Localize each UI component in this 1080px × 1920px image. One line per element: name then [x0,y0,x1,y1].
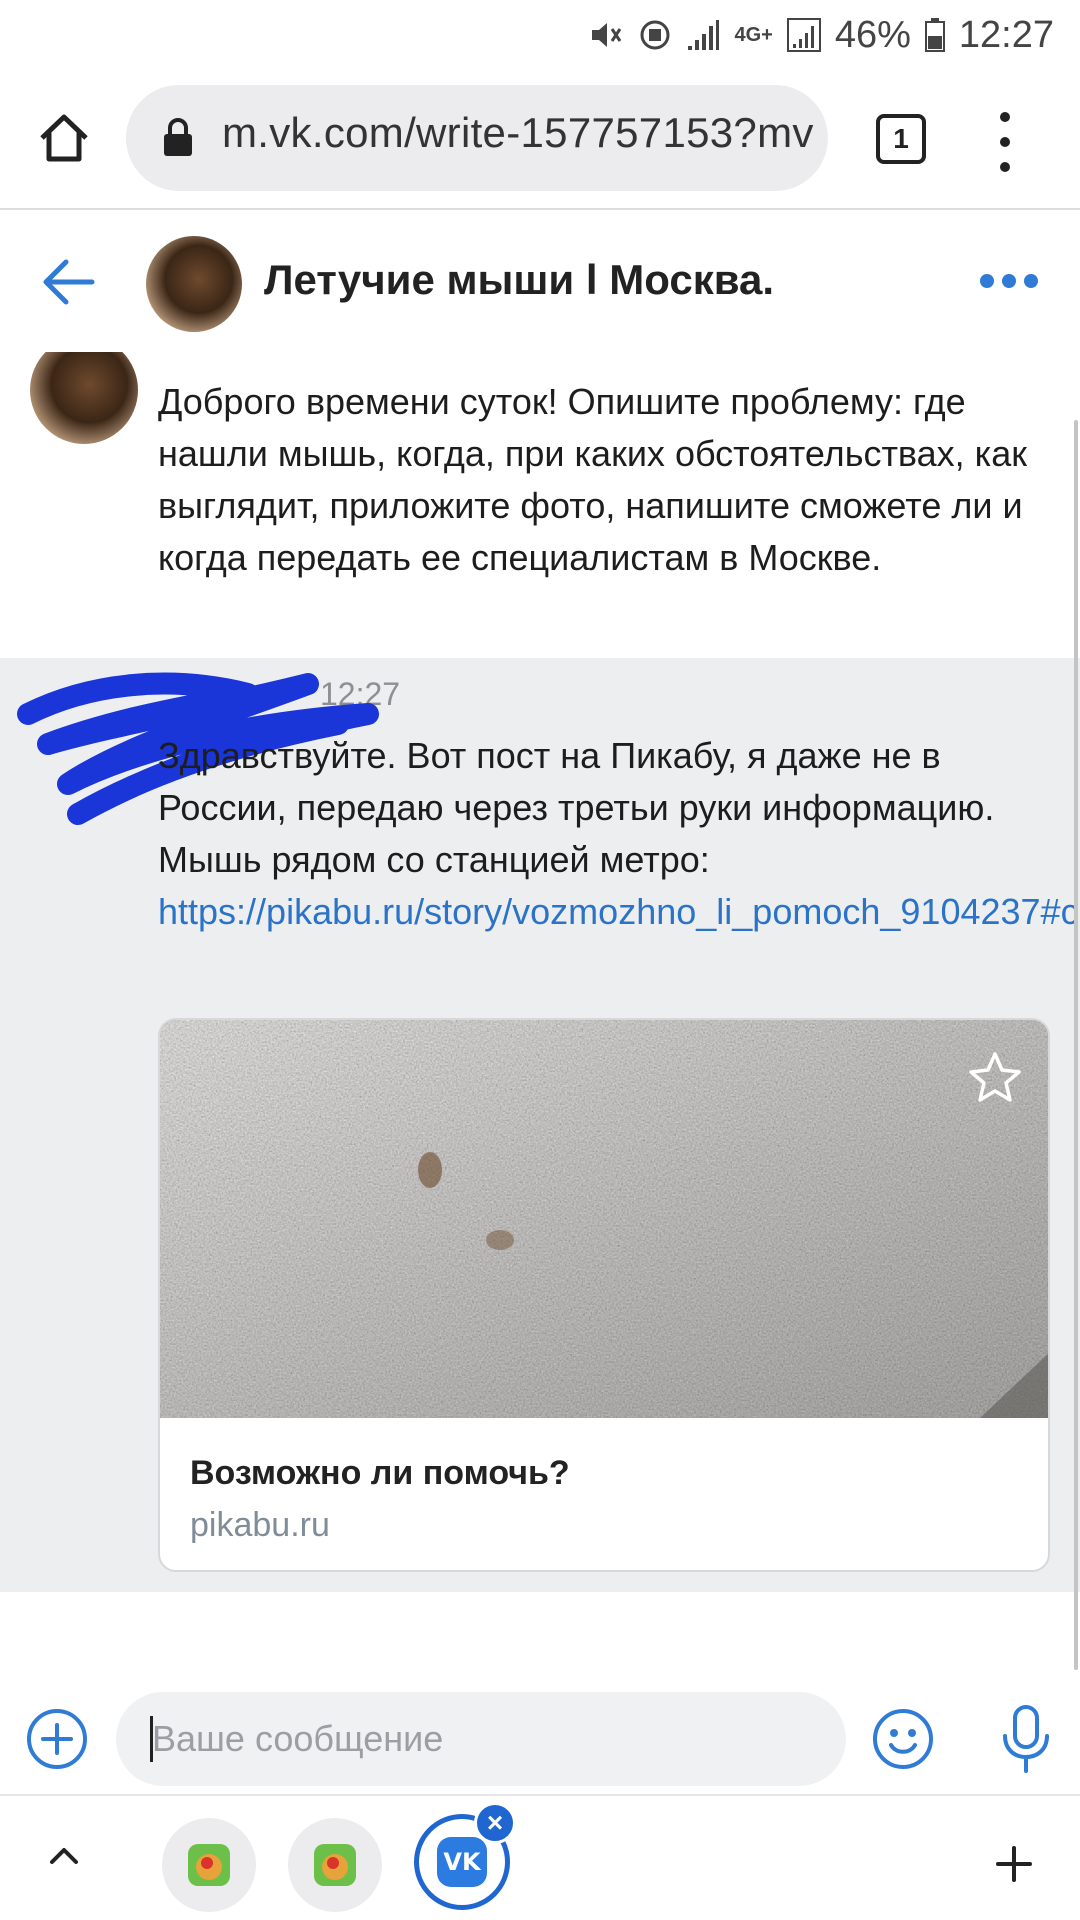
chat-title[interactable]: Летучие мыши l Москва. [264,256,774,304]
link-preview-image [160,1020,1048,1418]
home-button[interactable] [36,110,92,166]
plus-circle-icon [27,1709,87,1769]
more-options-button[interactable] [980,274,1038,290]
link-preview-card[interactable]: Возможно ли помочь? pikabu.ru [158,1018,1050,1572]
status-bar: 4G+ 46% 12:27 [0,0,1080,70]
menu-dot-icon [1000,137,1010,147]
message-link[interactable]: https://pikabu.ru/story/vozmozhno_li_pom… [158,886,1080,938]
recent-app-button[interactable] [162,1818,256,1912]
smiley-icon [873,1709,933,1769]
message-input-wrapper [116,1692,846,1786]
link-preview-domain: pikabu.ru [190,1506,330,1544]
sender-avatar[interactable] [30,352,138,444]
browser-toolbar: m.vk.com/write-157757153?mv 1 [0,70,1080,210]
vk-logo-icon: VK [437,1837,487,1887]
app-icon [314,1844,356,1886]
scrollbar[interactable] [1074,420,1078,1670]
signal-2-icon [786,18,821,52]
tab-switcher-button[interactable]: 1 [876,114,926,164]
close-app-button[interactable]: × [474,1802,516,1844]
voice-message-button[interactable] [998,1704,1054,1774]
bottom-app-bar: VK × [0,1794,1080,1920]
message-text: Доброго времени суток! Опишите проблему:… [158,381,1027,578]
more-dot-icon [1024,274,1038,288]
clock: 12:27 [958,13,1054,56]
chevron-up-icon [50,1848,78,1864]
arrow-left-icon [43,259,95,305]
message-text: Здравствуйте. Вот пост на Пикабу, я даже… [158,730,1080,938]
url-text: m.vk.com/write-157757153?mv [222,109,814,156]
new-tab-button[interactable] [994,1844,1034,1884]
battery-icon [924,18,945,52]
network-type: 4G+ [734,23,773,46]
browser-menu-button[interactable] [990,112,1020,172]
community-avatar[interactable] [146,236,242,332]
message-item: Доброго времени суток! Опишите проблему:… [0,352,1080,658]
battery-percent: 46% [834,13,911,56]
message-composer [0,1686,1080,1792]
attach-button[interactable] [26,1708,88,1770]
menu-dot-icon [1000,112,1010,122]
expand-button[interactable] [46,1838,82,1874]
status-icons: 4G+ 46% 12:27 [588,12,1054,58]
star-icon[interactable] [966,1050,1024,1108]
plus-icon [996,1846,1032,1882]
link-preview-title: Возможно ли помочь? [190,1454,570,1492]
chat-header: Летучие мыши l Москва. [0,212,1080,352]
more-dot-icon [980,274,994,288]
back-button[interactable] [40,258,96,306]
hotspot-icon [638,18,672,52]
menu-dot-icon [1000,162,1010,172]
emoji-button[interactable] [872,1708,934,1770]
message-body: Здравствуйте. Вот пост на Пикабу, я даже… [158,735,995,880]
microphone-icon [1003,1705,1049,1773]
more-dot-icon [1002,274,1016,288]
mute-icon [588,17,624,53]
address-bar[interactable]: m.vk.com/write-157757153?mv [126,85,828,191]
tab-count: 1 [893,123,909,154]
home-icon [40,114,88,162]
message-input[interactable] [152,1692,812,1786]
recent-app-button[interactable] [288,1818,382,1912]
message-item-selected: 12:27 Здравствуйте. Вот пост на Пикабу, … [0,658,1080,1592]
lock-icon [164,118,192,156]
signal-icon [686,18,720,52]
app-icon [188,1844,230,1886]
